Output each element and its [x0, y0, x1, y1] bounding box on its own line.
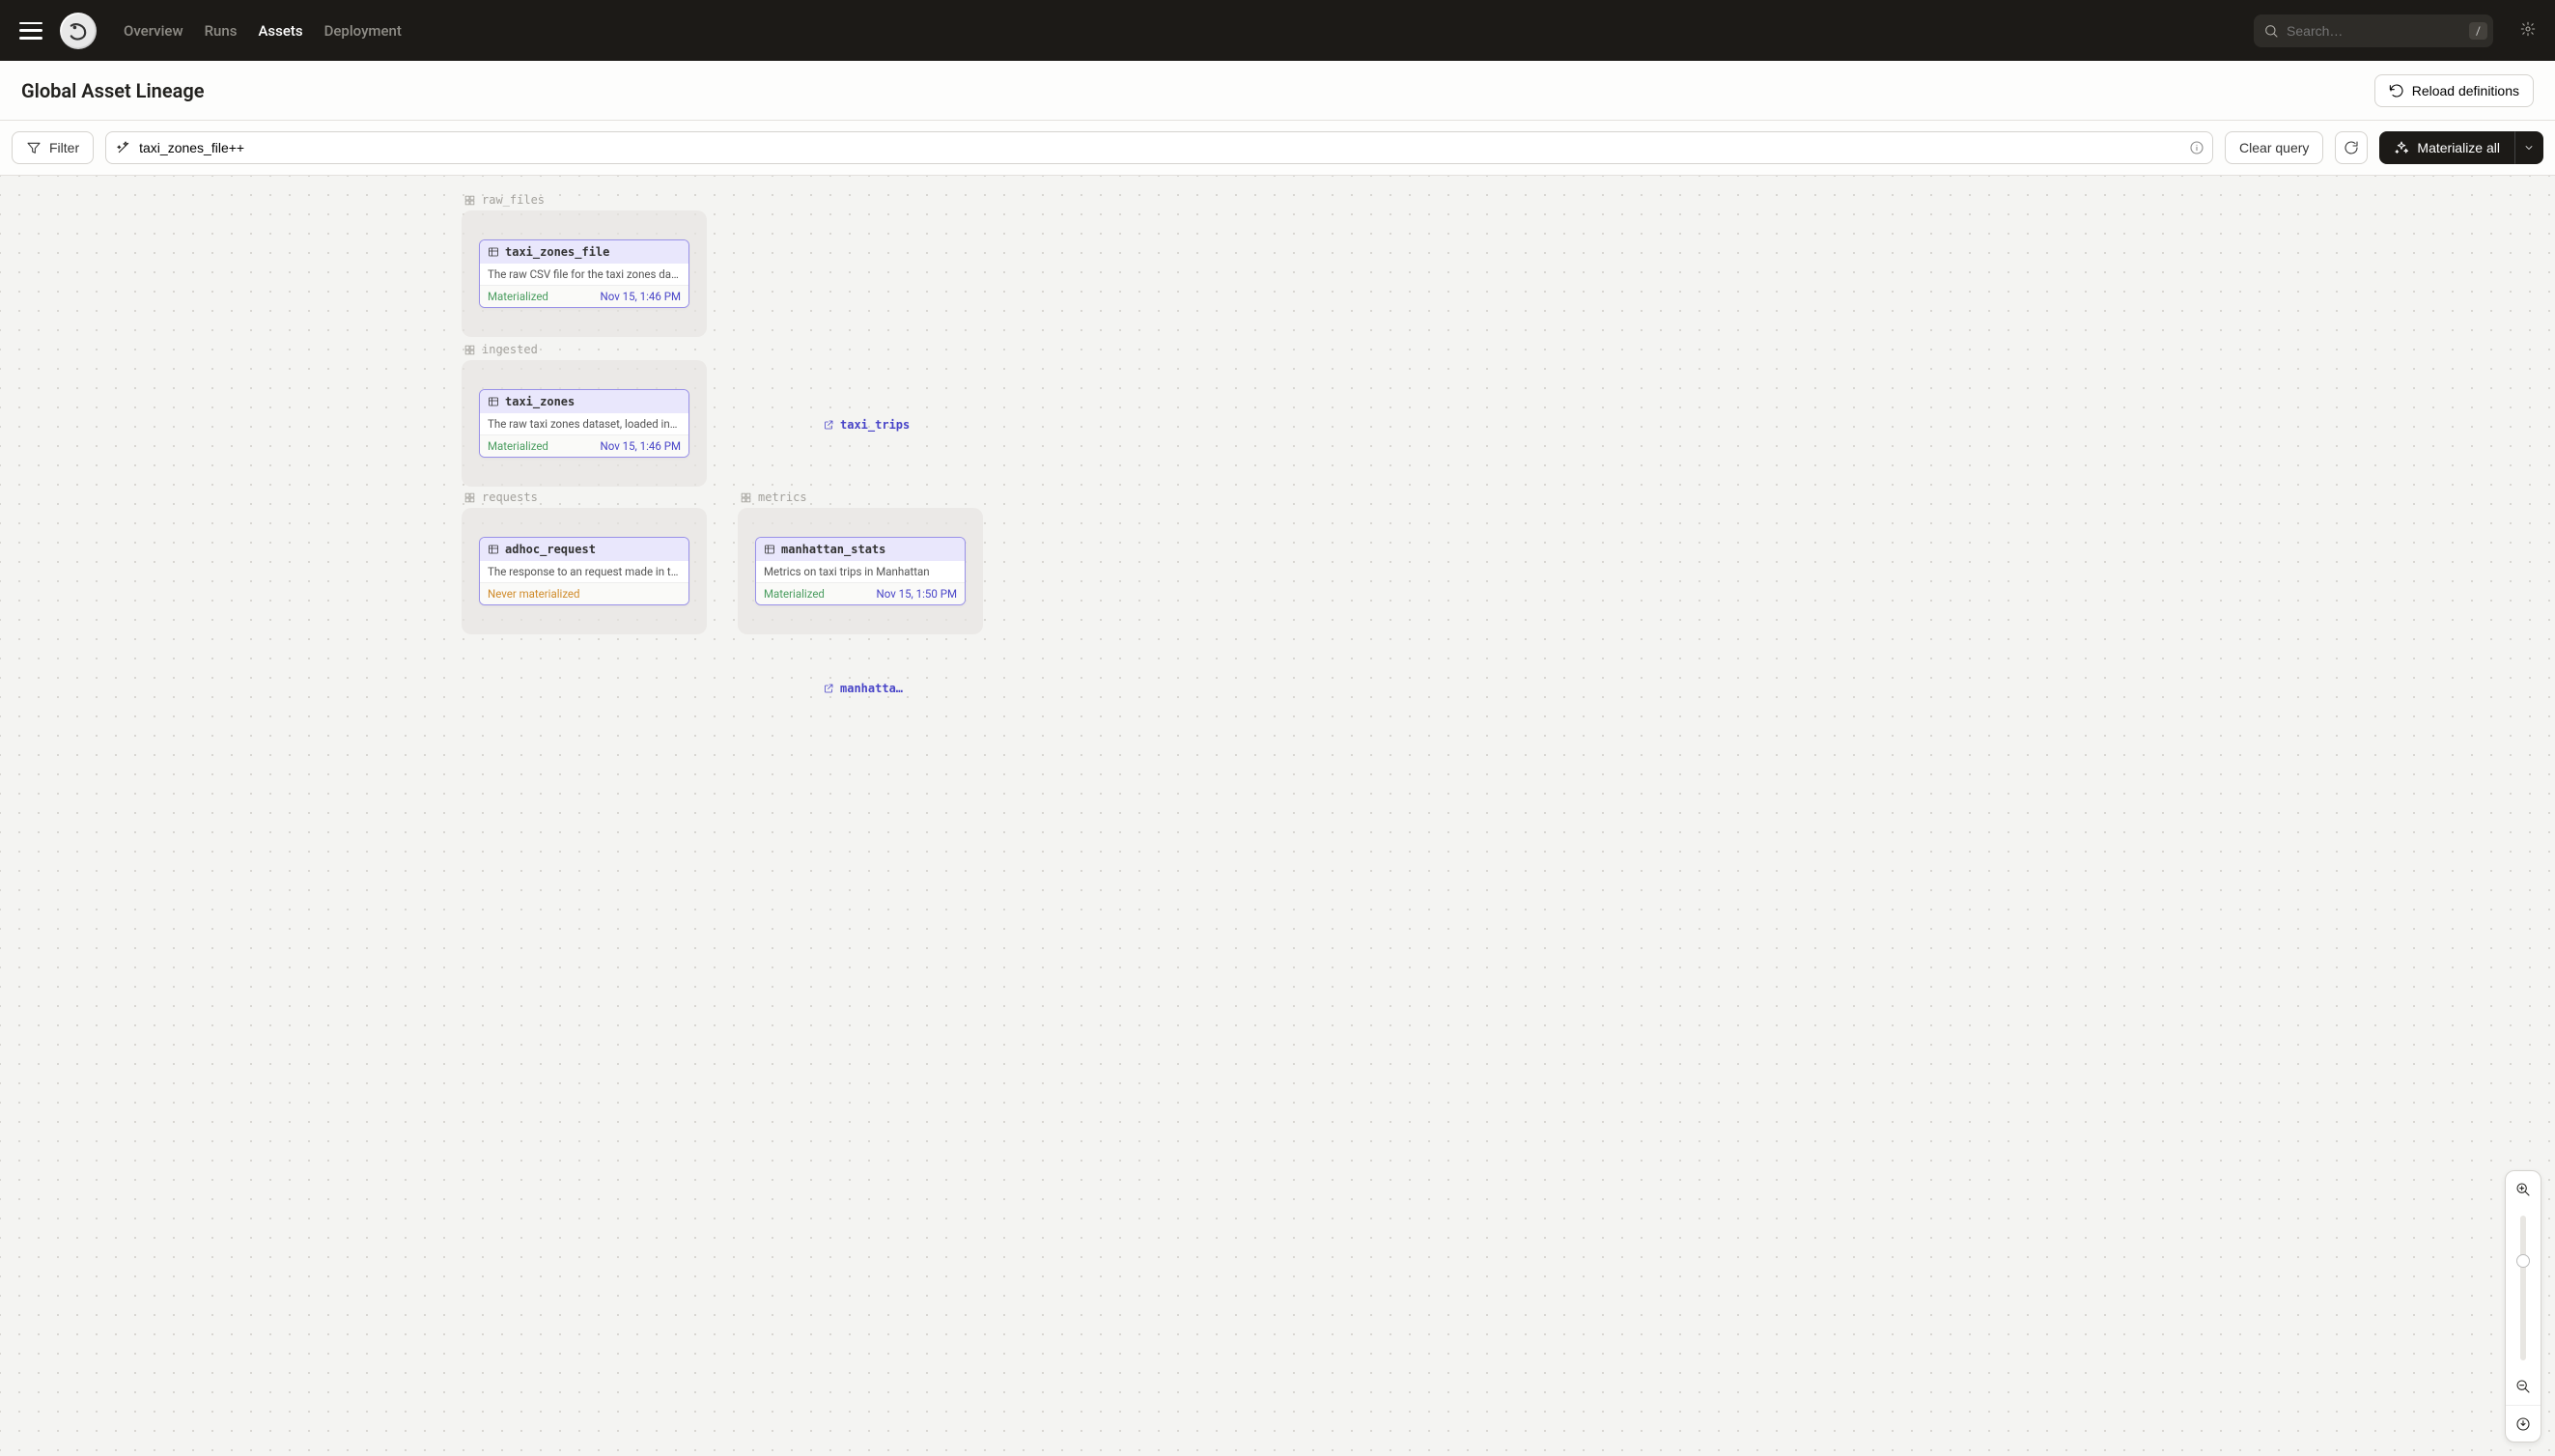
group-raw-files: raw_files taxi_zones_file The raw CSV fi…	[462, 193, 707, 337]
nav-runs[interactable]: Runs	[205, 22, 238, 40]
wand-icon	[116, 140, 131, 155]
group-label: raw_files	[463, 193, 707, 207]
table-icon	[488, 544, 499, 555]
zoom-panel	[2505, 1170, 2541, 1442]
table-icon	[764, 544, 775, 555]
reload-icon	[2389, 83, 2404, 98]
group-requests: requests adhoc_request The response to a…	[462, 490, 707, 634]
search-input[interactable]	[2287, 23, 2461, 39]
chevron-down-icon	[2523, 142, 2535, 154]
hamburger-menu[interactable]	[19, 22, 42, 40]
node-taxi-zones-file[interactable]: taxi_zones_file The raw CSV file for the…	[479, 239, 689, 308]
filter-label: Filter	[49, 140, 79, 155]
materialize-all-button[interactable]: Materialize all	[2379, 131, 2514, 164]
node-name: taxi_zones	[505, 395, 575, 408]
download-svg-button[interactable]	[2505, 1405, 2541, 1442]
node-desc: The raw taxi zones dataset, loaded int…	[480, 413, 688, 435]
reload-label: Reload definitions	[2412, 83, 2519, 98]
group-icon	[463, 344, 476, 356]
node-desc: Metrics on taxi trips in Manhattan	[756, 561, 965, 583]
group-icon	[463, 194, 476, 207]
group-icon	[463, 491, 476, 504]
node-desc: The raw CSV file for the taxi zones dat…	[480, 264, 688, 286]
settings-button[interactable]	[2520, 21, 2536, 41]
table-icon	[488, 396, 499, 407]
node-status: Materialized	[488, 290, 548, 303]
download-icon	[2515, 1416, 2531, 1432]
search-icon	[2263, 23, 2279, 39]
group-icon	[740, 491, 752, 504]
sparkle-icon	[2394, 140, 2409, 155]
external-link-icon	[823, 419, 834, 431]
node-desc: The response to an request made in th…	[480, 561, 688, 583]
global-search[interactable]: /	[2254, 14, 2493, 47]
external-label: taxi_trips	[840, 418, 910, 432]
top-nav: Overview Runs Assets Deployment /	[0, 0, 2555, 61]
node-time: Nov 15, 1:50 PM	[877, 587, 957, 601]
group-label: metrics	[740, 490, 983, 504]
zoom-knob[interactable]	[2516, 1254, 2530, 1268]
nav-deployment[interactable]: Deployment	[324, 22, 402, 40]
zoom-in-button[interactable]	[2505, 1171, 2541, 1208]
refresh-icon	[2344, 140, 2359, 155]
query-input[interactable]	[139, 140, 2181, 155]
group-metrics: metrics manhattan_stats Metrics on taxi …	[738, 490, 983, 634]
zoom-slider[interactable]	[2520, 1216, 2526, 1360]
external-taxi-trips[interactable]: taxi_trips	[823, 418, 910, 432]
edges-layer	[0, 176, 290, 321]
materialize-group: Materialize all	[2379, 131, 2543, 164]
page-header: Global Asset Lineage Reload definitions	[0, 61, 2555, 121]
node-time: Nov 15, 1:46 PM	[601, 290, 681, 303]
reload-definitions-button[interactable]: Reload definitions	[2374, 74, 2534, 107]
node-status: Materialized	[764, 587, 825, 601]
external-link-icon	[823, 683, 834, 694]
zoom-out-button[interactable]	[2505, 1368, 2541, 1405]
node-name: manhattan_stats	[781, 543, 885, 556]
materialize-dropdown[interactable]	[2514, 131, 2543, 164]
materialize-label: Materialize all	[2417, 140, 2500, 155]
external-manhattan[interactable]: manhattan…	[823, 682, 908, 695]
zoom-in-icon	[2515, 1182, 2531, 1197]
table-icon	[488, 246, 499, 258]
gear-icon	[2520, 21, 2536, 37]
node-status: Never materialized	[488, 587, 580, 601]
lineage-canvas[interactable]: raw_files taxi_zones_file The raw CSV fi…	[0, 176, 2555, 1456]
node-adhoc-request[interactable]: adhoc_request The response to an request…	[479, 537, 689, 605]
toolbar: Filter Clear query Materialize all	[0, 121, 2555, 176]
refresh-button[interactable]	[2335, 131, 2368, 164]
page-title: Global Asset Lineage	[21, 79, 205, 102]
nav-assets[interactable]: Assets	[258, 22, 302, 40]
node-name: taxi_zones_file	[505, 245, 609, 259]
zoom-out-icon	[2515, 1379, 2531, 1394]
clear-query-button[interactable]: Clear query	[2225, 131, 2323, 164]
filter-button[interactable]: Filter	[12, 131, 94, 164]
query-box[interactable]	[105, 131, 2213, 164]
nav-links: Overview Runs Assets Deployment	[124, 22, 402, 40]
node-time: Nov 15, 1:46 PM	[601, 439, 681, 453]
app-logo[interactable]	[60, 13, 97, 49]
node-manhattan-stats[interactable]: manhattan_stats Metrics on taxi trips in…	[755, 537, 966, 605]
info-icon[interactable]	[2189, 140, 2204, 155]
node-status: Materialized	[488, 439, 548, 453]
node-taxi-zones[interactable]: taxi_zones The raw taxi zones dataset, l…	[479, 389, 689, 458]
node-name: adhoc_request	[505, 543, 596, 556]
filter-icon	[26, 140, 42, 155]
nav-overview[interactable]: Overview	[124, 22, 183, 40]
search-hotkey: /	[2469, 22, 2487, 40]
group-label: ingested	[463, 343, 707, 356]
group-label: requests	[463, 490, 707, 504]
group-ingested: ingested taxi_zones The raw taxi zones d…	[462, 343, 707, 487]
external-label: manhattan…	[840, 682, 908, 695]
